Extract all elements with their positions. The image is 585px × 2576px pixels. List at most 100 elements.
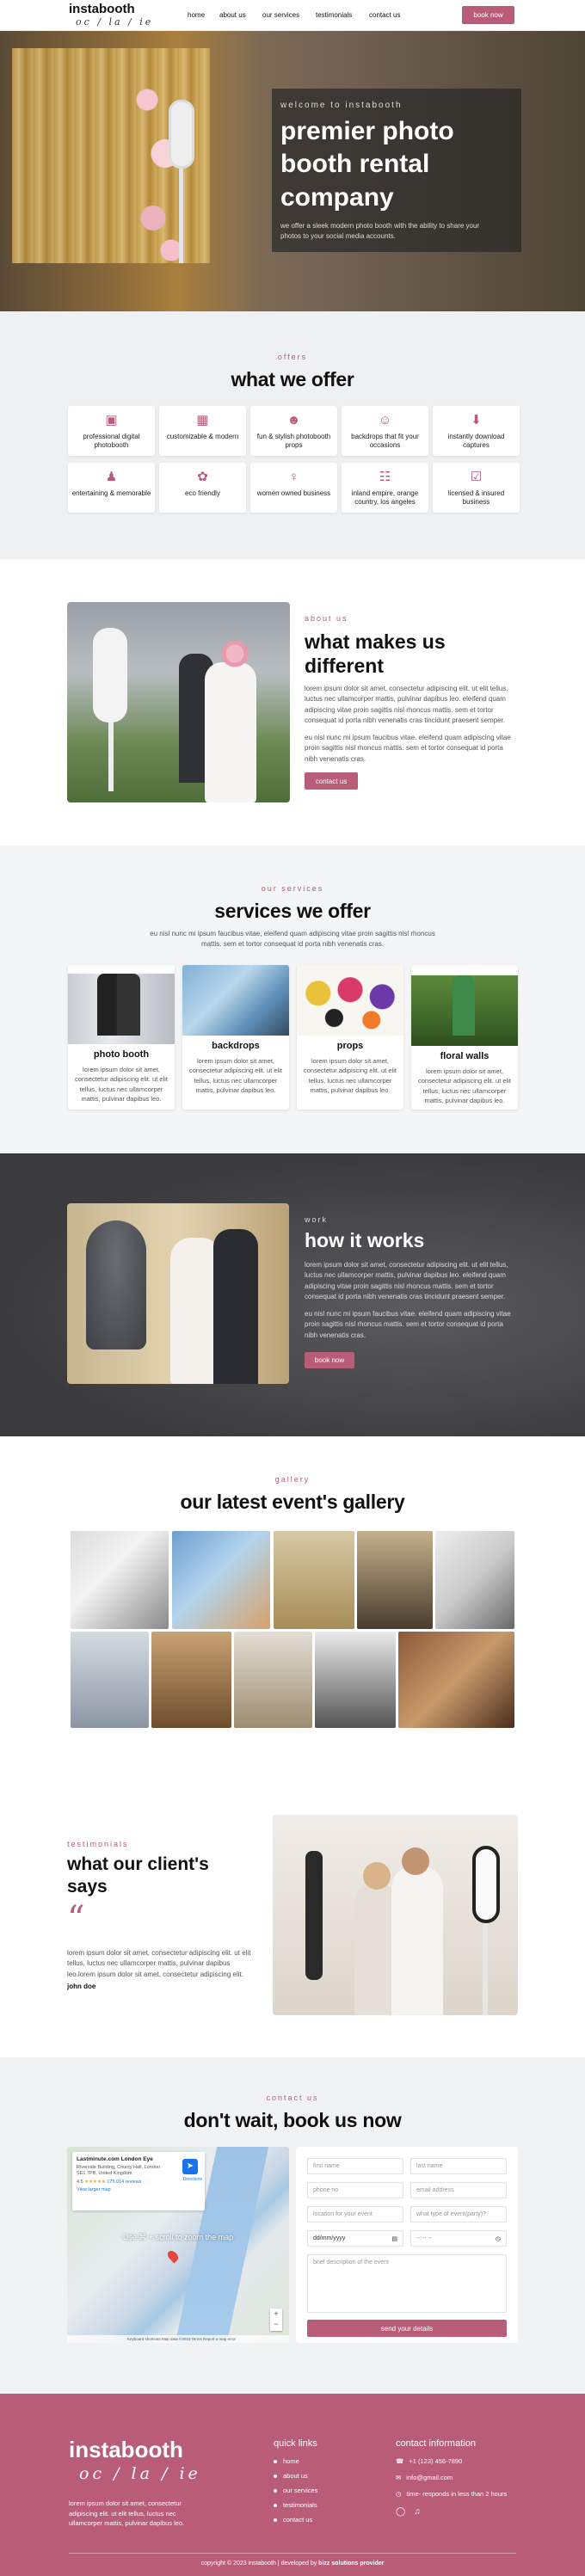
location-field[interactable]: location for your event [307, 2206, 403, 2222]
mask-icon: ☻ [286, 413, 301, 427]
map-footer: Keyboard shortcuts Map data ©2023 Terms … [67, 2335, 289, 2343]
how-book-now-button[interactable]: book now [305, 1352, 354, 1368]
footer-link-contact[interactable]: contact us [274, 2516, 312, 2524]
tiktok-icon[interactable]: ♫ [414, 2507, 421, 2517]
offer-card: ☑ licensed & insured business [433, 463, 520, 513]
instagram-icon[interactable]: ◯ [396, 2507, 405, 2517]
about-title: what makes us different [305, 630, 446, 677]
hero-booth-image [169, 100, 194, 169]
phone-field[interactable]: phone no [307, 2182, 403, 2198]
nav-contact[interactable]: contact us [369, 11, 400, 19]
offers-section: offers what we offer ▣ professional digit… [0, 311, 585, 559]
couple-with-booth-image [67, 602, 290, 802]
star-icon: ★★★★★ [84, 2179, 106, 2186]
how-paragraph-2: eu nisl nunc mi ipsum faucibus vitae. el… [305, 1310, 511, 1339]
gallery-photo[interactable] [274, 1531, 354, 1629]
footer-phone[interactable]: ☎ +1 (123) 456-7890 [396, 2457, 462, 2465]
map-zoom-controls[interactable]: + − [270, 2309, 282, 2331]
copyright: copyright © 2023 instabooth | developed … [200, 2561, 385, 2567]
gallery-photo[interactable] [435, 1531, 514, 1629]
service-image [297, 965, 403, 1036]
hero-description: we offer a sleek modern photo booth with… [280, 222, 480, 241]
hero-title: premier photo booth rental company [280, 117, 454, 212]
gallery-photo[interactable] [172, 1531, 270, 1629]
service-card-photo-booth[interactable]: photo booth lorem ipsum dolor sit amet, … [68, 965, 175, 1110]
offer-card: ⬇ instantly download captures [433, 406, 520, 456]
last-name-field[interactable]: last name [410, 2158, 507, 2174]
about-kicker: about us [305, 614, 348, 623]
contact-us-button[interactable]: contact us [305, 772, 358, 790]
gallery-photo[interactable] [71, 1531, 169, 1629]
clock-icon[interactable]: ◷ [496, 2235, 501, 2242]
gallery-photo[interactable] [151, 1632, 231, 1728]
services-title: services we offer [214, 900, 371, 922]
map-directions-label[interactable]: Directions [183, 2177, 202, 2182]
gallery-photo[interactable] [71, 1632, 149, 1728]
footer-divider [69, 2553, 516, 2554]
map-embed[interactable]: Lastminute.com London Eye Riverside Buil… [67, 2147, 289, 2343]
offer-card: ♀ women owned business [250, 463, 337, 513]
service-card-props[interactable]: props lorem ipsum dolor sit amet, consec… [297, 965, 403, 1110]
directions-icon[interactable]: ➤ [182, 2159, 198, 2174]
book-now-button[interactable]: book now [462, 6, 514, 24]
calendar-icon[interactable]: ▤ [391, 2235, 397, 2242]
event-type-field[interactable]: what type of event(party)? [410, 2206, 507, 2222]
footer-link-services[interactable]: our services [274, 2487, 317, 2494]
send-details-button[interactable]: send your details [307, 2320, 507, 2337]
contact-kicker: contact us [266, 2093, 319, 2102]
time-field[interactable]: --:-- -- ◷ [410, 2230, 507, 2247]
service-card-backdrops[interactable]: backdrops lorem ipsum dolor sit amet, co… [182, 965, 289, 1110]
how-title: how it works [305, 1229, 425, 1251]
gallery-photo[interactable] [357, 1531, 433, 1629]
gallery-photo[interactable] [398, 1632, 514, 1728]
nav-testimonials[interactable]: testimonials [316, 11, 352, 19]
offer-card: ▣ professional digital photobooth [68, 406, 155, 456]
offer-card: ✿ eco friendly [159, 463, 246, 513]
client-with-booth-image [273, 1815, 518, 2015]
about-paragraph-1: lorem ipsum dolor sit amet, consectetur … [305, 685, 508, 725]
footer-link-about[interactable]: about us [274, 2472, 308, 2480]
smiley-icon: ☺ [378, 413, 392, 427]
map-rating: 4.5 [77, 2179, 83, 2186]
hero-kicker: welcome to instabooth [280, 101, 403, 110]
social-icons: ◯ ♫ [396, 2507, 421, 2517]
service-card-floral-walls[interactable]: floral walls lorem ipsum dolor sit amet,… [411, 965, 518, 1110]
testimonials-title: what our client's says [67, 1854, 209, 1897]
map-reviews-link[interactable]: 175,014 reviews [107, 2179, 141, 2185]
map-address: Riverside Building, County Hall, London … [77, 2165, 160, 2177]
service-image [411, 975, 518, 1046]
map-larger-link[interactable]: View larger map [77, 2187, 200, 2192]
testimonials-kicker: testimonials [67, 1840, 129, 1848]
phone-icon: ☎ [396, 2457, 404, 2465]
offer-card: ▦ customizable & modern [159, 406, 246, 456]
gallery-photo[interactable] [234, 1632, 312, 1728]
nav-services[interactable]: our services [262, 11, 299, 19]
footer-link-testimonials[interactable]: testimonials [274, 2501, 317, 2509]
date-field[interactable]: dd/mm/yyyy ▤ [307, 2230, 403, 2247]
event-description-field[interactable]: brief description of the event [307, 2254, 507, 2313]
offer-card: ☺ backdrops that fit your occasions [342, 406, 428, 456]
developer-link[interactable]: bizz solutions provider [318, 2561, 384, 2567]
clock-icon: ◷ [396, 2490, 402, 2498]
footer-email[interactable]: ✉ info@gmail.com [396, 2474, 453, 2481]
gallery-photo[interactable] [315, 1632, 396, 1728]
nav-home[interactable]: home [188, 11, 205, 19]
nav-about[interactable]: about us [219, 11, 246, 19]
about-section: about us what makes us different lorem i… [0, 559, 585, 845]
first-name-field[interactable]: first name [307, 2158, 403, 2174]
footer-link-home[interactable]: home [274, 2457, 299, 2465]
contact-section: contact us don't wait, book us now Lastm… [0, 2057, 585, 2394]
booking-form: first name last name phone no email addr… [296, 2147, 518, 2343]
photo-booth-icon: ▣ [105, 413, 118, 427]
email-field[interactable]: email address [410, 2182, 507, 2198]
footer-logo[interactable]: instabooth [69, 2437, 183, 2463]
footer-tagline: oc / la / ie [79, 2464, 201, 2483]
offers-title: what we offer [231, 368, 354, 390]
hero-box: welcome to instabooth premier photo boot… [272, 89, 521, 252]
hero-section: welcome to instabooth premier photo boot… [0, 31, 585, 311]
couple-photo-image [67, 1203, 289, 1384]
testimonials-section: testimonials what our client's says “ lo… [0, 1772, 585, 2057]
services-description: eu nisl nunc mi ipsum faucibus vitae, el… [150, 930, 435, 949]
logo-text[interactable]: instabooth [69, 2, 135, 16]
users-icon: ♟ [105, 470, 118, 484]
